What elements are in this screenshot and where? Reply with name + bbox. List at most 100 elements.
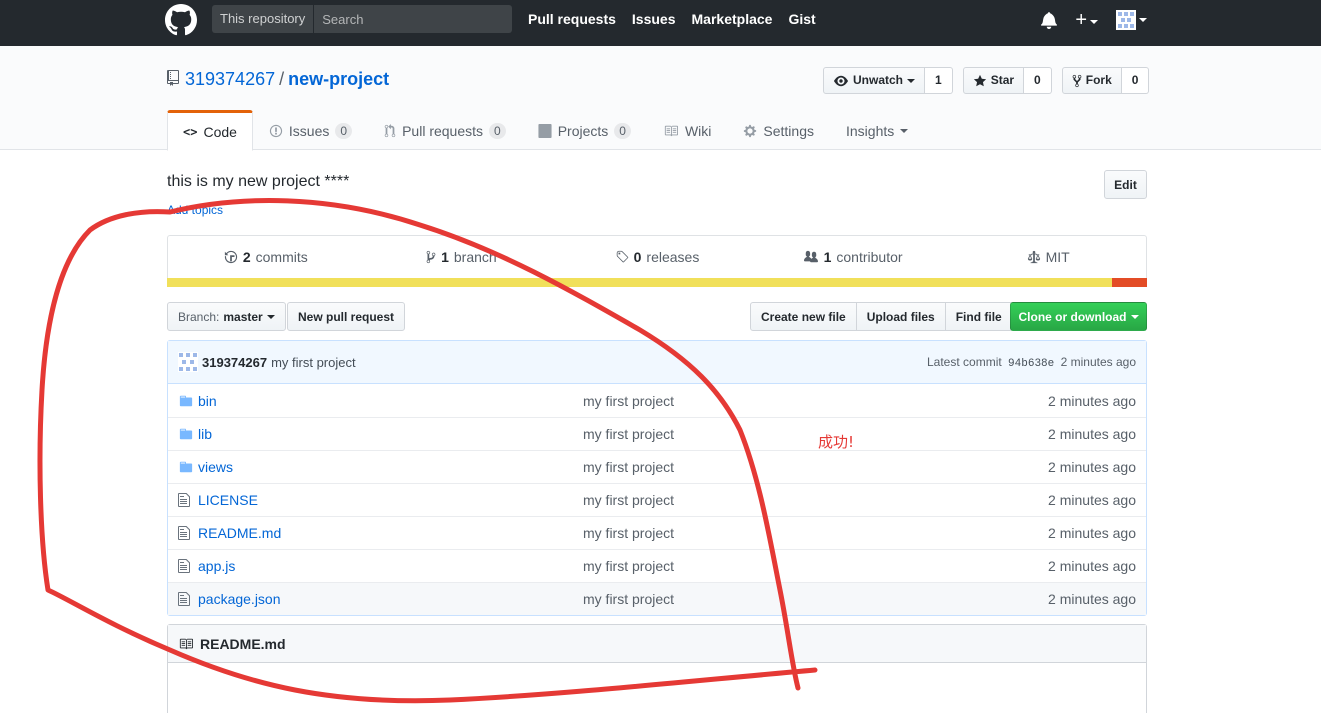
commit-sha-link[interactable]: 94b638e xyxy=(1008,358,1054,370)
repo-summary: 2 commits 1 branch 0 releases 1 contribu… xyxy=(167,235,1147,287)
releases-link[interactable]: 0 releases xyxy=(559,236,755,278)
file-icon xyxy=(178,526,190,540)
file-name-link[interactable]: lib xyxy=(198,426,583,442)
law-icon xyxy=(1027,250,1040,264)
new-pull-request-button[interactable]: New pull request xyxy=(287,302,406,331)
nav-pull-requests[interactable]: Pull requests xyxy=(528,11,616,27)
issues-counter: 0 xyxy=(335,123,353,139)
summary-numbers: 2 commits 1 branch 0 releases 1 contribu… xyxy=(168,236,1146,278)
table-row[interactable]: README.md my first project 2 minutes ago xyxy=(168,516,1146,549)
nav-marketplace[interactable]: Marketplace xyxy=(692,11,773,27)
commits-count: 2 xyxy=(242,249,251,265)
github-logo-icon[interactable] xyxy=(165,4,197,36)
file-commit-message[interactable]: my first project xyxy=(583,492,1048,508)
commit-author-link[interactable]: 319374267 xyxy=(202,355,267,370)
tab-projects[interactable]: Projects 0 xyxy=(522,110,647,150)
new-menu-button[interactable]: + xyxy=(1075,10,1098,30)
chevron-down-icon xyxy=(900,129,909,133)
table-row[interactable]: bin my first project 2 minutes ago xyxy=(168,384,1146,417)
branches-link[interactable]: 1 branch xyxy=(364,236,560,278)
repo-owner-link[interactable]: 319374267 xyxy=(185,69,275,89)
file-browser: 319374267 my first project Latest commit… xyxy=(167,340,1147,616)
file-commit-message[interactable]: my first project xyxy=(583,393,1048,409)
repo-name-link[interactable]: new-project xyxy=(288,69,389,89)
language-bar[interactable] xyxy=(167,278,1147,287)
latest-commit-label: Latest commit xyxy=(927,354,1002,369)
tab-wiki-label: Wiki xyxy=(684,123,712,139)
fork-count[interactable]: 0 xyxy=(1121,67,1150,94)
file-age: 2 minutes ago xyxy=(1048,558,1136,574)
eye-icon xyxy=(834,75,848,86)
file-name-link[interactable]: package.json xyxy=(198,591,583,607)
nav-issues[interactable]: Issues xyxy=(632,11,676,27)
avatar[interactable] xyxy=(178,352,198,372)
license-link[interactable]: MIT xyxy=(950,236,1146,278)
star-button[interactable]: Star xyxy=(962,67,1025,94)
file-commit-message[interactable]: my first project xyxy=(583,558,1048,574)
tab-pull-requests[interactable]: Pull requests 0 xyxy=(368,110,522,150)
file-name-link[interactable]: LICENSE xyxy=(198,492,583,508)
file-icon xyxy=(178,559,190,573)
contributors-link[interactable]: 1 contributor xyxy=(755,236,951,278)
file-icon-cell xyxy=(178,558,196,574)
branch-select-button[interactable]: Branch: master xyxy=(167,302,286,331)
code-icon: <> xyxy=(183,124,198,139)
find-file-button[interactable]: Find file xyxy=(944,302,1013,331)
file-commit-message[interactable]: my first project xyxy=(583,459,1048,475)
tab-settings-label: Settings xyxy=(763,123,814,139)
commits-link[interactable]: 2 commits xyxy=(168,236,364,278)
branch-prefix: Branch: xyxy=(178,309,220,324)
file-name-link[interactable]: README.md xyxy=(198,525,583,541)
star-icon xyxy=(973,74,986,86)
file-name-link[interactable]: bin xyxy=(198,393,583,409)
file-name-link[interactable]: app.js xyxy=(198,558,583,574)
table-row[interactable]: lib my first project 2 minutes ago xyxy=(168,417,1146,450)
commit-message-link[interactable]: my first project xyxy=(271,355,356,370)
contributor-count: 1 xyxy=(823,249,832,265)
language-bar-primary xyxy=(167,278,1112,287)
file-commit-message[interactable]: my first project xyxy=(583,591,1048,607)
star-count[interactable]: 0 xyxy=(1024,67,1052,94)
language-bar-secondary xyxy=(1112,278,1147,287)
create-new-file-button[interactable]: Create new file xyxy=(750,302,857,331)
nav-gist[interactable]: Gist xyxy=(788,11,815,27)
watch-count[interactable]: 1 xyxy=(925,67,953,94)
search-scope-label[interactable]: This repository xyxy=(212,5,315,33)
table-row[interactable]: LICENSE my first project 2 minutes ago xyxy=(168,483,1146,516)
tab-issues[interactable]: Issues 0 xyxy=(253,110,368,150)
header-user-actions: + xyxy=(1041,10,1147,30)
tab-code[interactable]: <> Code xyxy=(167,110,253,151)
repo-actions: Unwatch 1 Star 0 Fork 0 xyxy=(823,67,1150,94)
add-topics-link[interactable]: Add topics xyxy=(167,203,223,217)
chevron-down-icon xyxy=(1090,20,1098,25)
folder-icon xyxy=(179,395,193,406)
table-row[interactable]: views my first project 2 minutes ago xyxy=(168,450,1146,483)
table-row[interactable]: app.js my first project 2 minutes ago xyxy=(168,549,1146,582)
tab-insights[interactable]: Insights xyxy=(830,110,924,150)
file-commit-message[interactable]: my first project xyxy=(583,525,1048,541)
table-row[interactable]: package.json my first project 2 minutes ag… xyxy=(168,582,1146,615)
repo-title: 319374267/new-project xyxy=(167,69,389,90)
bell-icon[interactable] xyxy=(1041,11,1058,29)
file-name-link[interactable]: views xyxy=(198,459,583,475)
clone-or-download-button[interactable]: Clone or download xyxy=(1010,302,1147,331)
file-age: 2 minutes ago xyxy=(1048,492,1136,508)
file-commit-message[interactable]: my first project xyxy=(583,426,1048,442)
issue-icon xyxy=(269,124,283,138)
edit-button[interactable]: Edit xyxy=(1104,170,1147,199)
folder-icon xyxy=(179,428,193,440)
tab-wiki[interactable]: Wiki xyxy=(647,110,727,150)
unwatch-button[interactable]: Unwatch xyxy=(823,67,926,94)
tab-settings[interactable]: Settings xyxy=(727,110,830,150)
upload-files-button[interactable]: Upload files xyxy=(855,302,946,331)
header-search: This repository xyxy=(212,5,512,33)
file-list: bin my first project 2 minutes ago lib my fi… xyxy=(168,384,1146,615)
user-menu-button[interactable] xyxy=(1116,10,1147,30)
search-input[interactable] xyxy=(314,5,512,33)
commit-age: 2 minutes ago xyxy=(1060,354,1136,369)
star-group: Star 0 xyxy=(962,67,1052,94)
fork-button[interactable]: Fork xyxy=(1061,67,1122,94)
book-icon xyxy=(664,125,678,137)
chevron-down-icon xyxy=(1130,314,1139,319)
commits-label: commits xyxy=(255,249,308,265)
